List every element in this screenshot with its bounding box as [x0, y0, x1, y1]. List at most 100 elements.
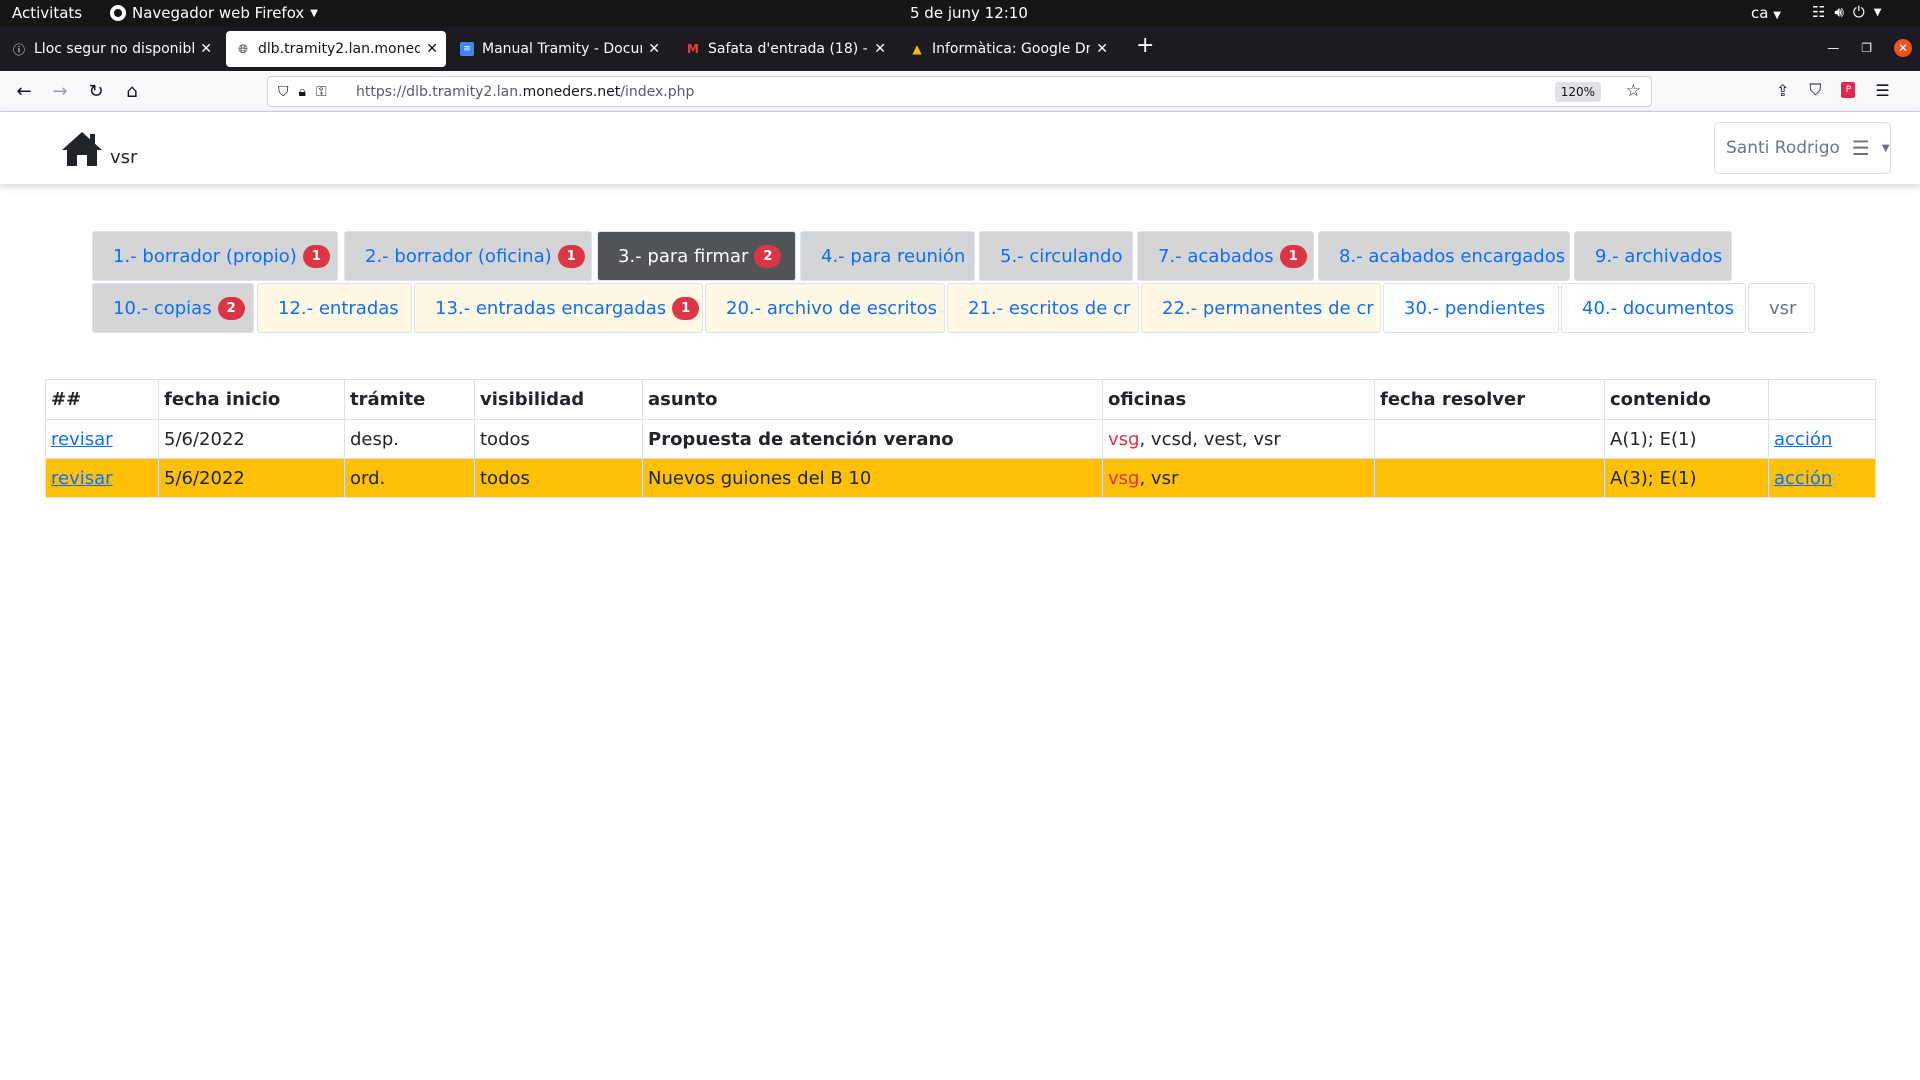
tab-label: 12.- entradas	[278, 297, 399, 319]
restore-icon[interactable]: ❐	[1861, 41, 1872, 55]
back-icon[interactable]: ←	[12, 79, 36, 103]
office-label: vsr	[110, 147, 138, 168]
tab-archivados[interactable]: 9.- archivados	[1574, 231, 1732, 281]
tab-label: 40.- documentos	[1582, 297, 1735, 319]
cell-oficinas: vsg, vcsd, vest, vsr	[1102, 419, 1375, 459]
home-icon[interactable]: ⌂	[120, 79, 144, 103]
forward-icon[interactable]: →	[48, 79, 72, 103]
minimize-icon[interactable]: —	[1827, 41, 1839, 55]
url-text[interactable]: https://dlb.tramity2.lan.moneders.net/in…	[356, 84, 694, 100]
tab-label: vsr	[1769, 297, 1797, 319]
url-suffix: /index.php	[620, 83, 695, 100]
tab-borrador-oficina[interactable]: 2.- borrador (oficina) 1	[344, 231, 592, 281]
count-badge: 2	[754, 244, 782, 268]
home-link[interactable]: vsr	[60, 130, 137, 168]
tab-label: 3.- para firmar	[618, 245, 749, 267]
accion-link[interactable]: acción	[1774, 429, 1832, 450]
close-icon[interactable]: ✕	[200, 41, 212, 57]
hamburger-menu-icon[interactable]: ☰	[1875, 81, 1889, 100]
url-prefix: https://dlb.tramity2.lan.	[356, 83, 523, 100]
url-bar-icons: ⛉ 🔒︎ ⚿	[268, 84, 356, 100]
save-page-icon[interactable]: ⇪	[1776, 81, 1789, 100]
app-menu[interactable]: Navegador web Firefox ▼	[110, 4, 318, 22]
browser-tab[interactable]: ▲ Informàtica: Google Drive ✕	[900, 31, 1116, 67]
cell-fecha-resolver	[1374, 419, 1605, 459]
cell-tramite: ord.	[344, 458, 475, 498]
browser-tab-title: dlb.tramity2.lan.moneders.net	[258, 41, 421, 57]
column-header: fecha resolver	[1374, 379, 1605, 420]
volume-icon: 🔊︎	[1834, 3, 1844, 21]
url-bar[interactable]: ⛉ 🔒︎ ⚿ https://dlb.tramity2.lan.moneders…	[267, 76, 1652, 107]
tab-para-reunion[interactable]: 4.- para reunión	[800, 231, 975, 281]
cell-visibilidad: todos	[474, 419, 643, 459]
accion-link[interactable]: acción	[1774, 468, 1832, 489]
browser-tab[interactable]: ⓘ Lloc segur no disponible ✕	[2, 31, 220, 67]
column-header: trámite	[344, 379, 475, 420]
tab-copias[interactable]: 10.- copias 2	[92, 283, 254, 333]
tab-label: 1.- borrador (propio)	[113, 245, 297, 267]
tab-vsr[interactable]: vsr	[1748, 283, 1815, 333]
tab-escritos-cr[interactable]: 21.- escritos de cr	[947, 283, 1139, 333]
column-header: contenido	[1604, 379, 1769, 420]
tab-label: 21.- escritos de cr	[968, 297, 1131, 319]
bookmark-star-icon[interactable]: ☆	[1626, 81, 1641, 101]
close-icon[interactable]: ✕	[874, 41, 886, 57]
system-tray[interactable]: ☷ 🔊︎ ⏻ ▼	[1812, 3, 1881, 21]
tab-borrador-propio[interactable]: 1.- borrador (propio) 1	[92, 231, 338, 281]
activities-button[interactable]: Activitats	[12, 4, 82, 22]
oficina-principal: vsg	[1108, 467, 1140, 489]
cell-fecha-resolver	[1374, 458, 1605, 498]
tab-label: 8.- acabados encargados	[1339, 245, 1566, 267]
cell-accion: acción	[1768, 458, 1876, 498]
cell-contenido: A(3); E(1)	[1604, 458, 1769, 498]
tab-pendientes[interactable]: 30.- pendientes	[1383, 283, 1559, 333]
zoom-indicator[interactable]: 120%	[1554, 82, 1601, 102]
menu-icon: ☰	[1851, 136, 1870, 160]
user-menu-button[interactable]: Santi Rodrigo ☰ ▼	[1714, 122, 1891, 174]
close-window-icon[interactable]: ✕	[1894, 39, 1912, 57]
network-icon: ☷	[1812, 3, 1826, 21]
tab-para-firmar[interactable]: 3.- para firmar 2	[597, 231, 796, 281]
lock-icon[interactable]: 🔒︎	[299, 84, 306, 100]
browser-tab[interactable]: ≡ Manual Tramity - Documentos ✕	[450, 31, 668, 67]
tab-label: 30.- pendientes	[1404, 297, 1546, 319]
tab-documentos[interactable]: 40.- documentos	[1561, 283, 1746, 333]
tab-archivo-escritos[interactable]: 20.- archivo de escritos	[705, 283, 945, 333]
browser-tab-title: Safata d'entrada (18) - jordi	[708, 41, 868, 57]
reload-icon[interactable]: ↻	[84, 79, 108, 103]
close-icon[interactable]: ✕	[1096, 41, 1108, 57]
chevron-down-icon: ▼	[1881, 142, 1890, 154]
tab-circulando[interactable]: 5.- circulando	[979, 231, 1133, 281]
tab-label: 2.- borrador (oficina)	[365, 245, 552, 267]
tab-entradas-encargadas[interactable]: 13.- entradas encargadas 1	[414, 283, 703, 333]
table-row: revisar 5/6/2022 desp. todos Propuesta d…	[45, 419, 1876, 459]
tab-acabados-encargados[interactable]: 8.- acabados encargados	[1318, 231, 1570, 281]
browser-tab-active[interactable]: 🌐︎ dlb.tramity2.lan.moneders.net ✕	[226, 31, 446, 67]
close-icon[interactable]: ✕	[426, 41, 438, 57]
pdf-extension-icon[interactable]: P	[1841, 82, 1856, 98]
clock[interactable]: 5 de juny 12:10	[910, 4, 1028, 22]
tab-acabados[interactable]: 7.- acabados 1	[1137, 231, 1314, 281]
tab-label: 10.- copias	[113, 297, 212, 319]
oficinas-resto: , vcsd, vest, vsr	[1139, 428, 1281, 450]
close-icon[interactable]: ✕	[648, 41, 660, 57]
browser-tab[interactable]: M Safata d'entrada (18) - jordi ✕	[676, 31, 894, 67]
language-label: ca	[1751, 4, 1769, 22]
tab-entradas[interactable]: 12.- entradas	[257, 283, 412, 333]
new-tab-button[interactable]: +	[1136, 35, 1154, 57]
shield-icon[interactable]: ⛉	[278, 84, 289, 100]
oficina-principal: vsg	[1108, 428, 1140, 450]
revisar-link[interactable]: revisar	[51, 429, 113, 450]
revisar-link[interactable]: revisar	[51, 468, 113, 489]
cell-visibilidad: todos	[474, 458, 643, 498]
language-selector[interactable]: ca ▼	[1751, 4, 1781, 22]
url-domain: moneders.net	[522, 83, 621, 100]
cell-contenido: A(1); E(1)	[1604, 419, 1769, 459]
permissions-icon[interactable]: ⚿	[316, 84, 327, 100]
chevron-down-icon: ▼	[1773, 10, 1781, 21]
tab-permanentes-cr[interactable]: 22.- permanentes de cr	[1141, 283, 1381, 333]
browser-tab-title: Lloc segur no disponible	[34, 41, 195, 57]
pocket-icon[interactable]: ⛉	[1809, 80, 1821, 100]
tab-label: 22.- permanentes de cr	[1162, 297, 1374, 319]
info-icon: ⓘ	[12, 42, 25, 57]
